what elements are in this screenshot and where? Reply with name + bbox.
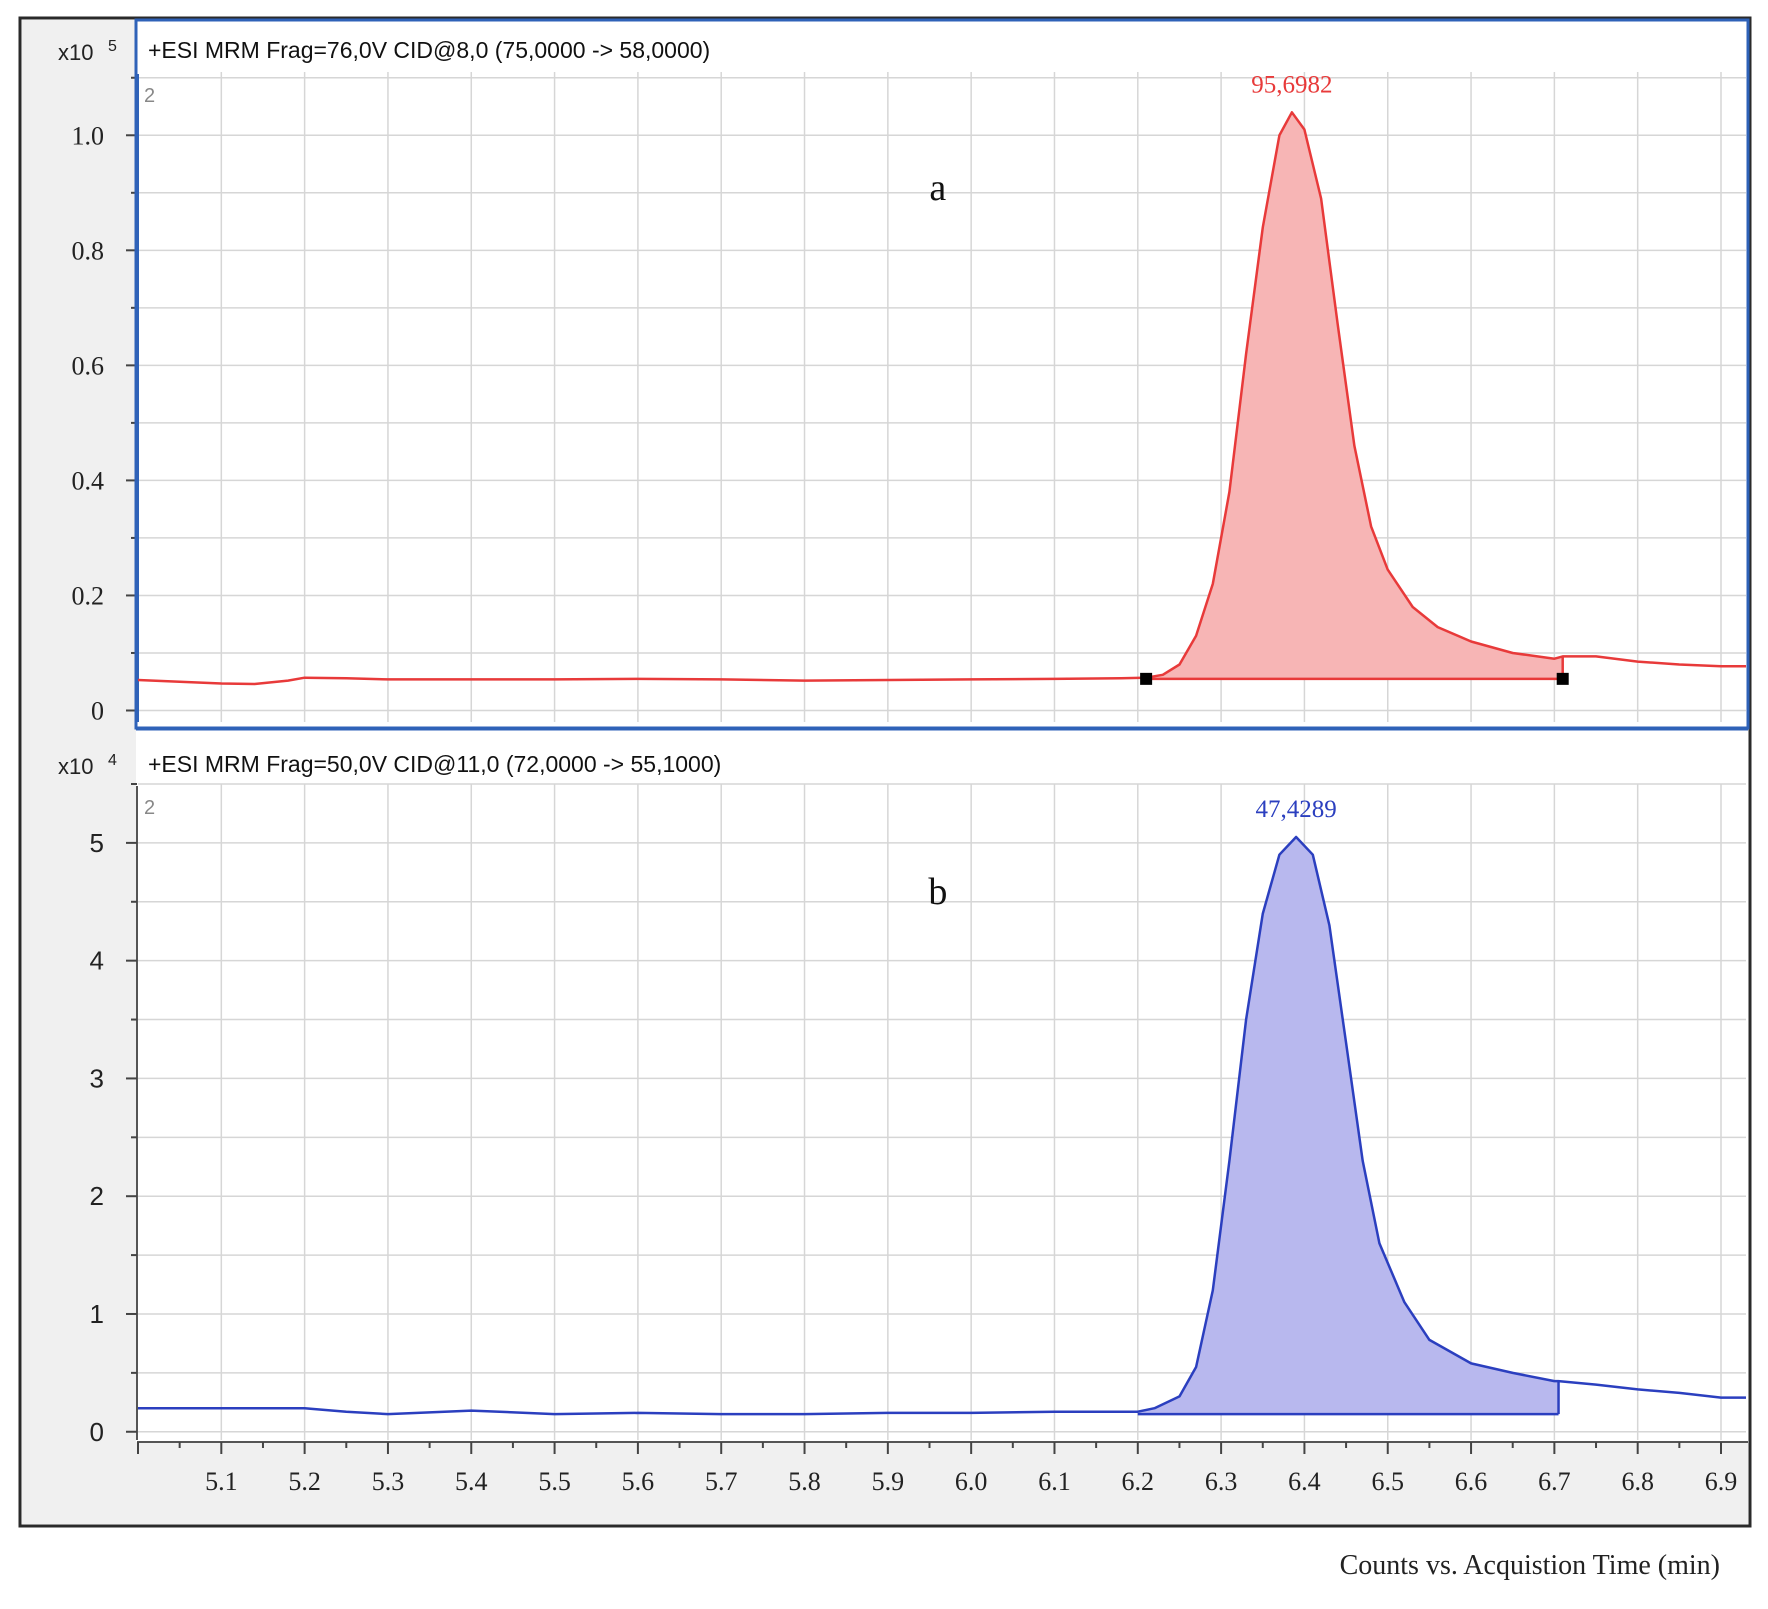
panel-index: 2 bbox=[144, 85, 155, 107]
y-scale-label: x10 bbox=[58, 40, 93, 65]
y-tick-label: 0 bbox=[91, 696, 104, 725]
x-tick-label: 6.0 bbox=[955, 1467, 988, 1496]
x-tick-label: 5.5 bbox=[538, 1467, 571, 1496]
x-tick-label: 5.7 bbox=[705, 1467, 738, 1496]
panel-header-title: +ESI MRM Frag=50,0V CID@11,0 (72,0000 ->… bbox=[148, 751, 721, 777]
y-tick-label: 1 bbox=[90, 1299, 104, 1329]
x-tick-label: 6.9 bbox=[1705, 1467, 1738, 1496]
peak-area-label: 47,4289 bbox=[1255, 796, 1336, 823]
y-tick-label: 0 bbox=[90, 1417, 104, 1447]
y-tick-label: 5 bbox=[90, 828, 104, 858]
x-tick-label: 5.8 bbox=[788, 1467, 821, 1496]
y-scale-exponent: 5 bbox=[108, 38, 117, 55]
panel-b: 0 1 2 3 4 5 x10 4 +ESI MRM Frag=50,0V CID@11,0 (… bbox=[58, 751, 1746, 1447]
panel-letter: a bbox=[929, 167, 946, 209]
y-scale-label: x10 bbox=[58, 754, 93, 779]
y-tick-label: 4 bbox=[90, 946, 104, 976]
y-tick-label: 0.8 bbox=[72, 236, 105, 265]
x-tick-label: 5.2 bbox=[288, 1467, 321, 1496]
y-tick-label: 0.4 bbox=[72, 466, 105, 495]
x-tick-label: 6.3 bbox=[1205, 1467, 1238, 1496]
x-tick-label: 5.4 bbox=[455, 1467, 488, 1496]
chromatogram-figure: 0 0.2 0.4 0.6 0.8 1.0 x10 5 +ESI MRM Frag=76,0V … bbox=[0, 0, 1768, 1604]
x-tick-label: 6.8 bbox=[1621, 1467, 1654, 1496]
x-tick-label: 6.1 bbox=[1038, 1467, 1071, 1496]
x-tick-label: 5.9 bbox=[872, 1467, 905, 1496]
integration-start-marker bbox=[1140, 672, 1153, 685]
y-tick-label: 1.0 bbox=[72, 121, 105, 150]
x-tick-label: 5.6 bbox=[622, 1467, 655, 1496]
integration-end-marker bbox=[1556, 672, 1569, 685]
x-tick-label: 6.2 bbox=[1122, 1467, 1155, 1496]
x-tick-label: 5.1 bbox=[205, 1467, 238, 1496]
chromatogram-svg: 0 0.2 0.4 0.6 0.8 1.0 x10 5 +ESI MRM Frag=76,0V … bbox=[18, 16, 1752, 1581]
y-tick-label: 2 bbox=[90, 1181, 104, 1211]
x-tick-label: 6.6 bbox=[1455, 1467, 1488, 1496]
panel-letter: b bbox=[928, 871, 947, 913]
peak-area-label: 95,6982 bbox=[1251, 71, 1332, 98]
x-axis-label: Counts vs. Acquistion Time (min) bbox=[1340, 1550, 1720, 1581]
x-tick-label: 6.5 bbox=[1371, 1467, 1404, 1496]
x-tick-label: 5.3 bbox=[372, 1467, 405, 1496]
x-tick-label: 6.7 bbox=[1538, 1467, 1571, 1496]
y-tick-label: 0.2 bbox=[72, 581, 105, 610]
panel-index: 2 bbox=[144, 797, 155, 819]
panel-a: 0 0.2 0.4 0.6 0.8 1.0 x10 5 +ESI MRM Frag=76,0V … bbox=[58, 37, 1746, 725]
y-tick-label: 0.6 bbox=[72, 351, 105, 380]
y-scale-exponent: 4 bbox=[108, 752, 117, 769]
y-tick-label: 3 bbox=[90, 1063, 104, 1093]
x-tick-label: 6.4 bbox=[1288, 1467, 1321, 1496]
panel-header-title: +ESI MRM Frag=76,0V CID@8,0 (75,0000 -> … bbox=[148, 37, 710, 63]
